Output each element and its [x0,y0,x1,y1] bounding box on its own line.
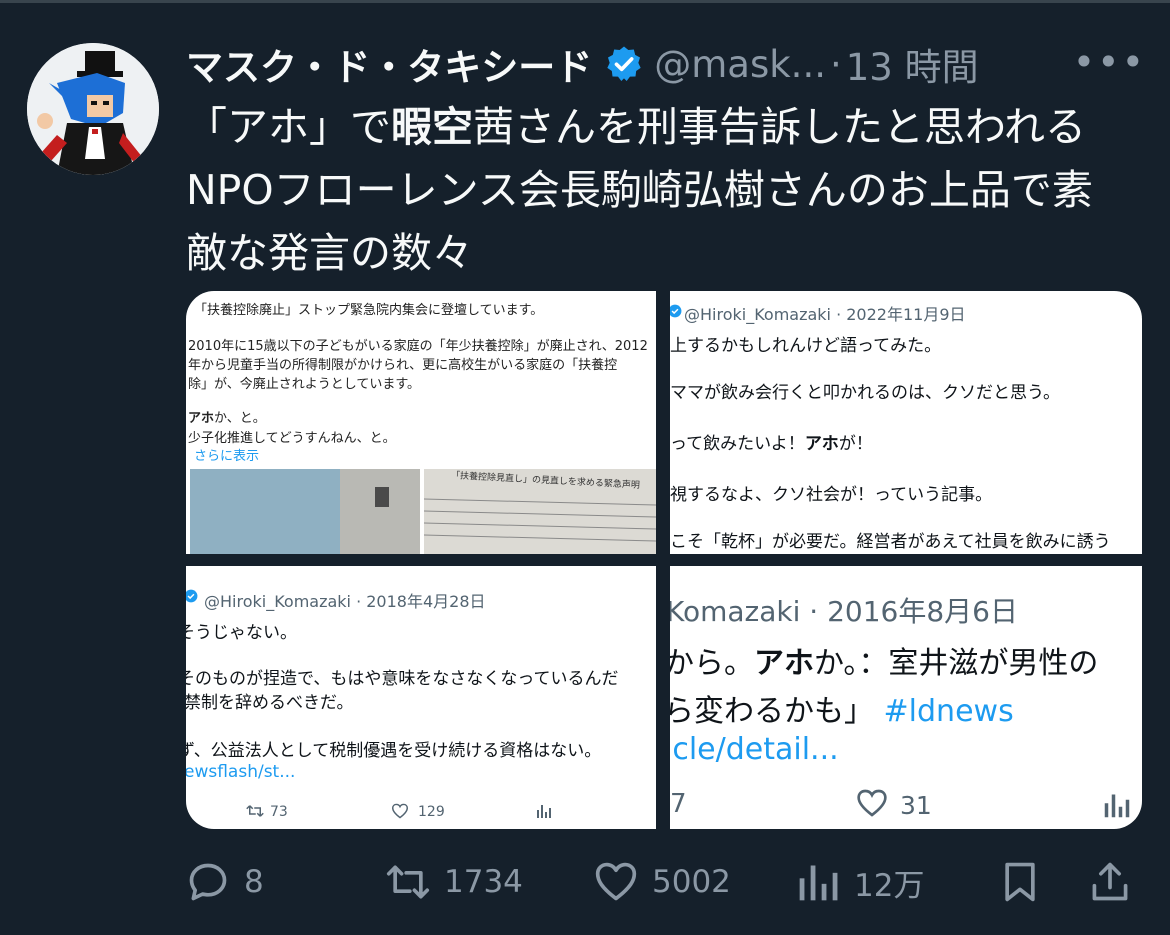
img1-bold: アホ [188,411,215,426]
img3-line-2: そのものが捏造で、もはや意味をなさなくなっているんだ [186,669,619,689]
img4-seg: か。：室井滋が男性の [814,646,1099,681]
img1-show-more: さらに表示 [194,449,260,464]
tweet-text: 「アホ」で暇空茜さんを刑事告訴したと思われる NPOフローレンス会長駒崎弘樹さん… [186,96,1136,285]
views-count: 12万 [854,867,925,904]
img2-line-2: ママが飲み会行くと叩かれるのは、クソだと思う。 [670,383,1060,403]
img1-line-3: 年から児童手当の所得制限がかけられ、更に高校生がいる家庭の「扶養控 [188,358,618,373]
img2-line-1: 上するかもしれんけど語ってみた。 [670,336,942,356]
bookmark-icon [1005,862,1035,902]
views-icon [799,865,838,901]
like-count: 5002 [652,864,731,900]
img4-line-1: から。アホか。：室井滋が男性の [670,638,1098,682]
img2-bold: アホ [804,434,839,454]
share-button[interactable] [1088,852,1146,912]
heart-icon [856,788,888,822]
action-bar: 8 1734 5002 12万 [186,852,1146,912]
media-image-3[interactable]: @Hiroki_Komazaki · 2018年4月28日 そうじゃない。 その… [186,566,656,829]
reply-count: 8 [244,864,264,900]
like-button[interactable]: 5002 [594,852,731,912]
img3-line-4: ず、公益法人として税制優遇を受け続ける資格はない。 [186,741,602,761]
img2-seg: が！ [838,434,873,454]
tweet-text-line-2: NPOフローレンス会長駒崎弘樹さんのお上品で素 [186,166,1093,214]
retweet-count: 1734 [444,864,523,900]
top-divider [0,0,1170,3]
img4-bold: アホ [754,646,814,681]
img3-line-1: そうじゃない。 [186,623,297,643]
heart-icon [391,803,409,823]
img1-line-1: 「扶養控除廃止」ストップ緊急院内集会に登壇しています。 [194,303,544,318]
img2-seg: って飲みたいよ！ [670,434,805,454]
reply-icon [189,863,227,901]
verified-badge-icon [186,588,198,607]
tweet-header: マスク・ド・タキシード @mask... · 13 時間 ••• [186,36,1146,92]
bookmark-button[interactable] [998,852,1056,912]
img1-line-5: アホか、と。 [188,407,266,426]
img3-retweet-count: 73 [270,804,288,820]
share-icon [1092,862,1128,901]
media-image-4[interactable]: Komazaki · 2016年8月6日 から。アホか。：室井滋が男性の ら変わ… [670,566,1142,829]
media-image-1[interactable]: 「扶養控除廃止」ストップ緊急院内集会に登壇しています。 2010年に15歳以下の… [186,291,656,554]
heart-icon [595,862,637,901]
tweet-text-line-1: 「アホ」で暇空茜さんを刑事告訴したと思われる [186,96,1136,159]
img4-line-2: ら変わるかも」 #ldnews [670,686,1014,730]
media-grid: 「扶養控除廃止」ストップ緊急院内集会に登壇しています。 2010年に15歳以下の… [186,291,1142,829]
img1-line-4: 除」が、今廃止されようとしています。 [188,377,421,392]
more-options-icon[interactable]: ••• [1073,40,1146,84]
retweet-icon [246,803,264,822]
img1-line-2: 2010年に15歳以下の子どもがいる家庭の「年少扶養控除」が廃止され、2012 [188,339,648,354]
img2-line-3: って飲みたいよ！アホが！ [670,429,873,454]
verified-badge-icon [670,303,682,322]
img4-hashtag: #ldnews [883,694,1014,729]
text-segment: 「アホ」で [186,103,391,151]
text-segment: 茜さんを刑事告訴したと思われる [473,103,1086,151]
reply-button[interactable]: 8 [186,852,264,912]
img3-line-3: 禁制を辞めるべきだ。 [186,693,354,713]
img4-seg: から。 [670,646,754,681]
avatar[interactable] [27,43,159,175]
views-button[interactable]: 12万 [796,852,924,912]
handle[interactable]: @mask... [654,43,826,86]
tweet-text-line-3: 敵な発言の数々 [186,229,473,277]
img3-link: ewsflash/st... [186,762,296,782]
img3-meta: @Hiroki_Komazaki · 2018年4月28日 [204,592,486,611]
img1-photo-screen [190,469,420,554]
img4-left-count: 7 [670,789,687,819]
timestamp[interactable]: 13 時間 [846,37,979,91]
img4-link: icle/detail... [670,732,839,767]
display-name[interactable]: マスク・ド・タキシード [186,37,592,91]
img4-like-count: 31 [900,791,932,820]
img1-line-6: 少子化推進してどうすんねん、と。 [188,431,396,446]
views-icon [536,803,552,823]
text-bold-segment: 暇空 [391,103,473,151]
img2-line-4: 視するなよ、クソ社会が！っていう記事。 [670,485,993,505]
verified-badge-icon [604,44,644,84]
img1-rest: か、と。 [214,411,266,426]
img4-meta: Komazaki · 2016年8月6日 [670,595,1018,628]
retweet-button[interactable]: 1734 [386,852,523,912]
media-image-2[interactable]: @Hiroki_Komazaki · 2022年11月9日 上するかもしれんけど… [670,291,1142,554]
img2-line-5: こそ「乾杯」が必要だ。経営者があえて社員を飲みに誘う [670,532,1111,552]
retweet-icon [386,865,430,899]
separator: · [829,42,842,86]
img3-like-count: 129 [418,804,445,820]
img2-meta: @Hiroki_Komazaki · 2022年11月9日 [684,305,966,324]
views-icon [1102,791,1132,823]
img4-seg: ら変わるかも」 [670,694,874,729]
